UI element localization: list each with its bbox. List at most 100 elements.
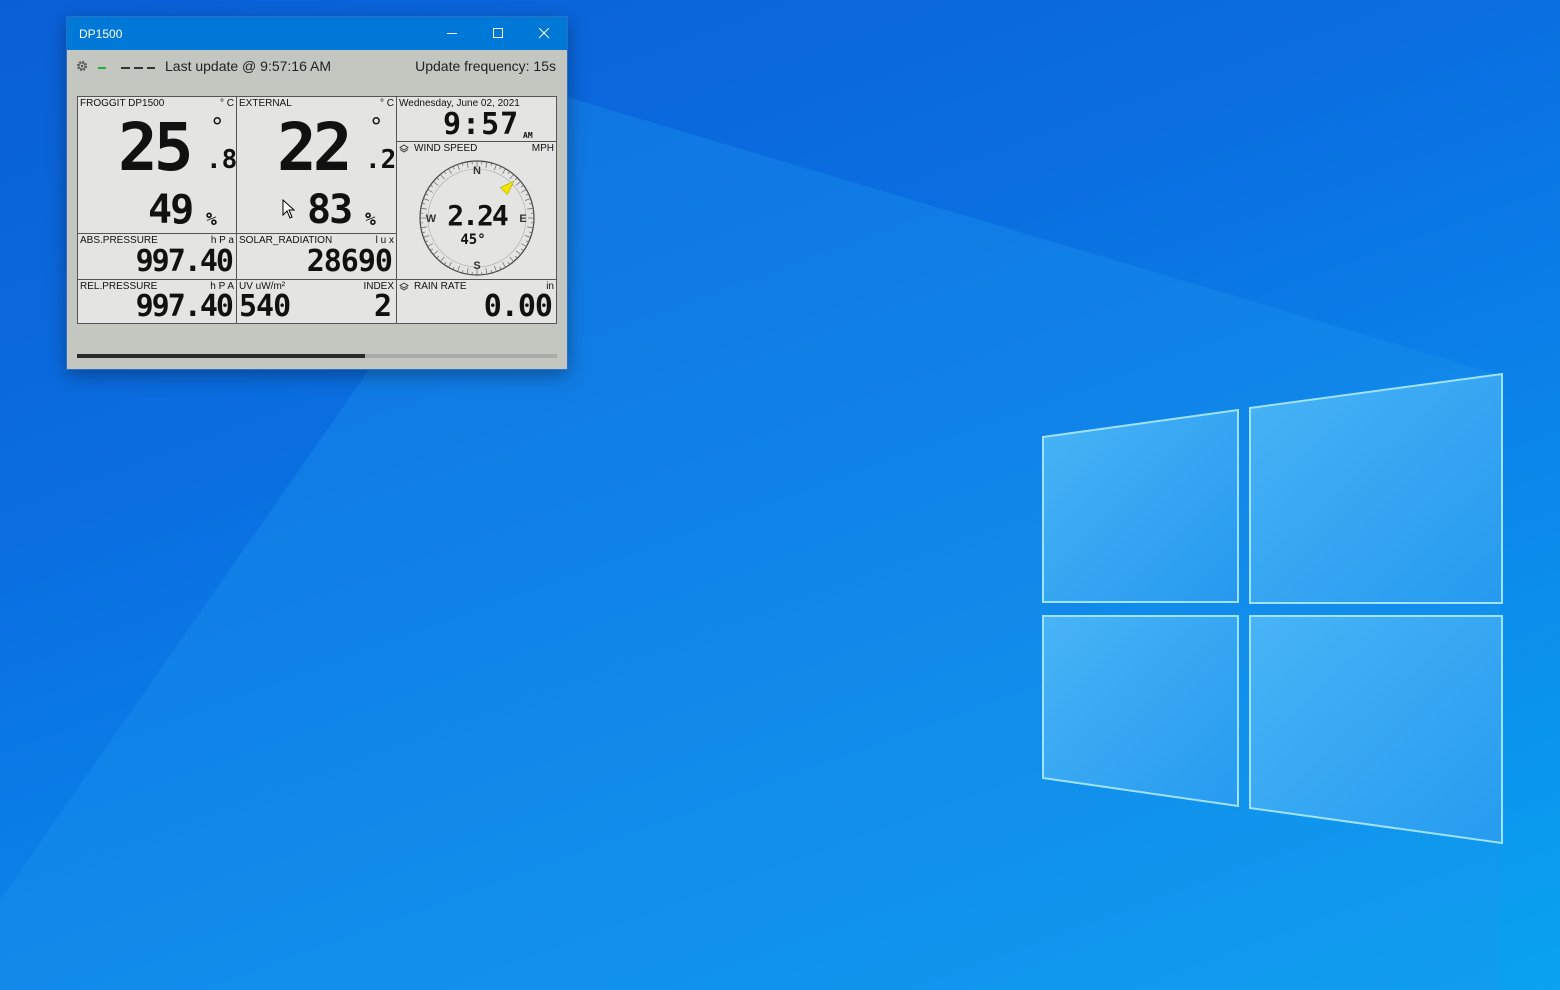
wind-direction-arrow — [499, 180, 515, 196]
wind-speed: 2.24 — [447, 199, 508, 232]
compass-tick — [457, 164, 460, 171]
compass-tick — [499, 166, 502, 170]
wind-unit: MPH — [531, 143, 554, 154]
compass-tick — [433, 250, 439, 255]
clock-ampm: AM — [523, 131, 533, 140]
indoor-cell: FROGGIT DP1500 ° C 25 .8 ° 49 % — [78, 97, 238, 233]
connection-led — [98, 67, 106, 69]
compass-tick — [502, 168, 506, 175]
maximize-icon — [492, 28, 503, 38]
layers-icon[interactable] — [399, 282, 409, 292]
rel-pressure-value: 997.40 — [135, 289, 234, 324]
uv-value: 540 — [239, 289, 291, 324]
indoor-label: FROGGIT DP1500 — [80, 98, 165, 109]
minimize-button[interactable] — [429, 17, 475, 50]
minimize-icon — [446, 33, 457, 34]
compass-tick — [440, 256, 445, 262]
indoor-temperature-decimal: .8 — [206, 145, 238, 175]
abs-pressure-cell: ABS.PRESSURE h P a 997.40 — [78, 234, 236, 279]
indoor-degree: ° — [210, 113, 225, 141]
rain-rate-value: 0.00 — [483, 289, 553, 324]
compass-tick — [499, 266, 502, 270]
compass-tick — [466, 268, 469, 275]
compass-tick — [515, 181, 521, 186]
compass-tick — [425, 240, 429, 243]
compass-tick — [444, 171, 447, 174]
compass-tick — [420, 226, 427, 229]
title-bar[interactable]: DP1500 — [67, 17, 567, 50]
compass-east: E — [519, 213, 526, 225]
mouse-cursor-icon — [282, 199, 296, 219]
compass-tick — [433, 181, 439, 186]
compass-tick — [436, 255, 440, 259]
compass-tick — [466, 161, 469, 168]
external-unit: ° C — [380, 98, 394, 109]
compass-tick — [527, 207, 534, 210]
compass-tick — [420, 207, 427, 210]
indoor-humidity-percent: % — [206, 209, 217, 230]
compass-tick — [430, 185, 433, 188]
compass-tick — [430, 248, 433, 251]
gear-icon[interactable] — [75, 59, 89, 73]
compass-tick — [509, 256, 514, 262]
compass-tick — [448, 168, 452, 175]
compass-tick — [485, 268, 488, 275]
layers-icon[interactable] — [399, 144, 409, 154]
compass-tick — [520, 189, 527, 193]
rel-pressure-cell: REL.PRESSURE h P A 997.40 — [78, 280, 236, 324]
compass-tick — [427, 243, 434, 247]
abs-pressure-value: 997.40 — [135, 244, 234, 279]
compass-tick — [452, 266, 455, 270]
compass-tick — [427, 189, 434, 193]
wind-label: WIND SPEED — [414, 143, 478, 154]
window-title: DP1500 — [79, 27, 123, 41]
clock-cell: Wednesday, June 02, 2021 9:57 AM — [397, 97, 556, 142]
close-button[interactable] — [521, 17, 567, 50]
uv-cell: UV uW/m² INDEX 540 2 — [237, 280, 396, 324]
indoor-humidity: 49 — [148, 187, 194, 233]
status-toolbar: Last update @ 9:57:16 AM Update frequenc… — [67, 50, 567, 82]
external-degree: ° — [369, 113, 384, 141]
solar-radiation-cell: SOLAR_RADIATION l u x 28690 — [237, 234, 396, 279]
compass-tick — [521, 185, 524, 188]
rain-rate-label: RAIN RATE — [414, 281, 467, 292]
compass-tick — [514, 177, 518, 181]
compass-tick — [494, 265, 497, 272]
compass-tick — [425, 193, 429, 196]
compass-tick — [440, 174, 445, 180]
compass-tick — [494, 164, 497, 171]
external-cell: EXTERNAL ° C 22 .2 ° 83 % — [237, 97, 396, 233]
update-progress-bar — [77, 354, 557, 358]
compass-tick — [520, 243, 527, 247]
compass-tick — [525, 240, 529, 243]
activity-indicator — [121, 67, 155, 69]
compass-tick — [525, 193, 529, 196]
compass-tick — [485, 161, 488, 168]
compass-tick — [524, 235, 531, 238]
solar-radiation-value: 28690 — [306, 244, 393, 279]
compass-tick — [423, 235, 430, 238]
update-progress-fill — [77, 354, 365, 358]
indoor-temperature: 25 — [118, 109, 194, 186]
external-temperature: 22 — [277, 109, 353, 186]
compass-tick — [524, 198, 531, 201]
clock-time: 9:57 — [443, 107, 520, 142]
external-humidity: 83 — [307, 187, 353, 233]
last-update-text: Last update @ 9:57:16 AM — [165, 58, 331, 74]
compass-tick — [448, 261, 452, 268]
external-temperature-decimal: .2 — [365, 145, 397, 175]
wind-direction-degrees: 45° — [460, 232, 485, 248]
compass-tick — [521, 248, 524, 251]
compass-tick — [436, 177, 440, 181]
compass-tick — [509, 174, 514, 180]
compass-north: N — [473, 165, 481, 177]
dp1500-window[interactable]: DP1500 Last update @ 9:57:16 AM Update f… — [67, 17, 567, 369]
maximize-button[interactable] — [475, 17, 521, 50]
wind-cell: WIND SPEED MPH N E S W 2.24 45° — [397, 142, 556, 279]
weather-panel: FROGGIT DP1500 ° C 25 .8 ° 49 % EXTERNAL… — [77, 96, 557, 324]
compass-tick — [452, 166, 455, 170]
compass-tick — [515, 250, 521, 255]
wind-compass: N E S W 2.24 45° — [419, 160, 535, 276]
close-icon — [538, 28, 549, 39]
external-humidity-percent: % — [365, 209, 376, 230]
